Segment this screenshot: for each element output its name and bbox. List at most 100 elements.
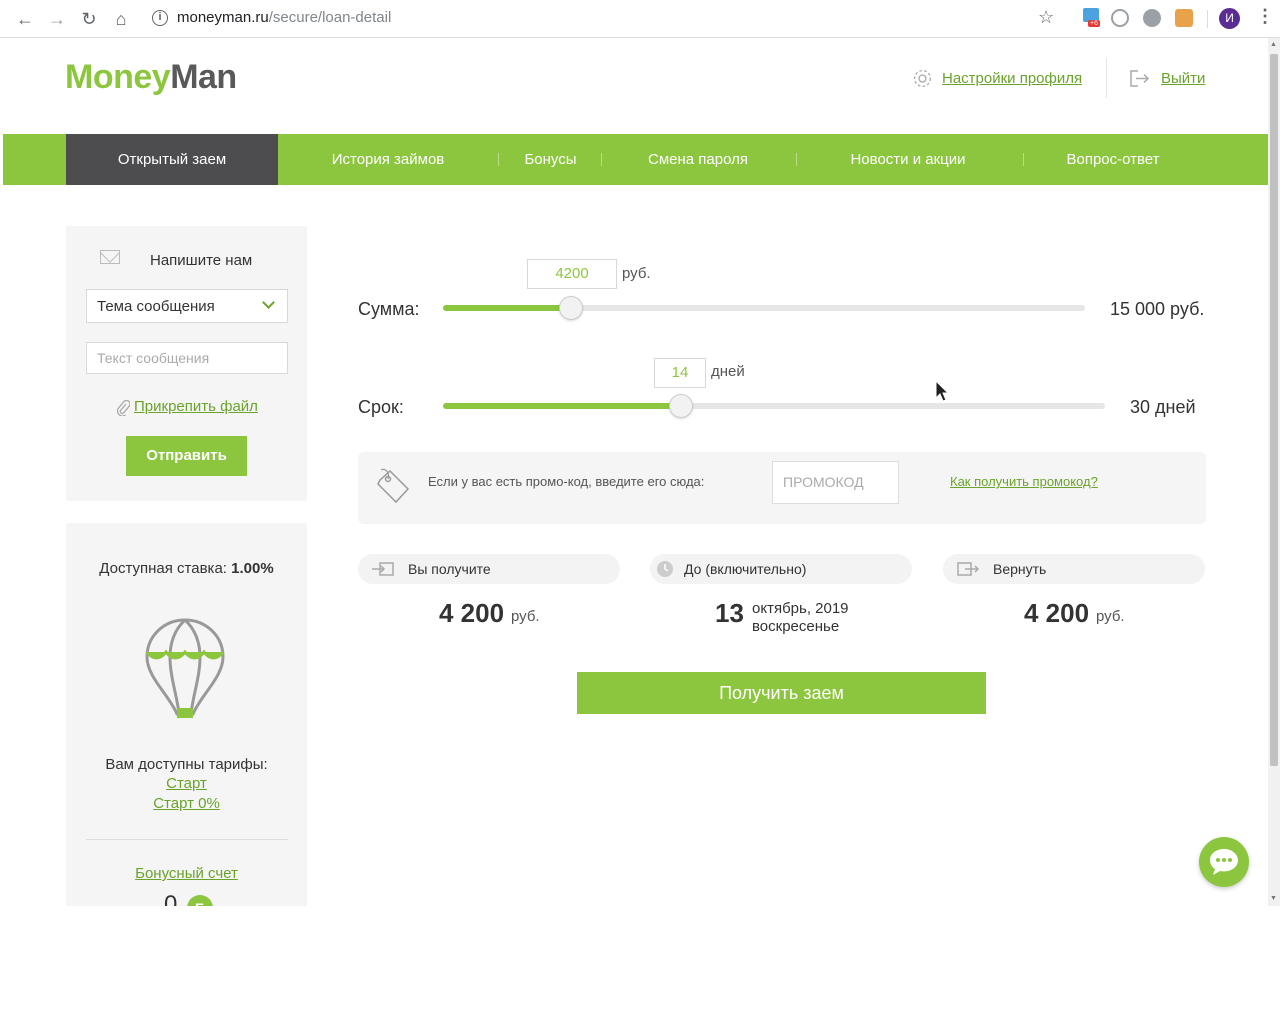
forward-icon[interactable]: → xyxy=(46,8,68,30)
send-button[interactable]: Отправить xyxy=(126,436,247,476)
paperclip-icon xyxy=(116,400,130,416)
panel-clip xyxy=(66,906,307,1024)
receive-label: Вы получите xyxy=(408,561,491,577)
tariff-start-row: Старт xyxy=(66,775,307,792)
term-label: Срок: xyxy=(358,397,404,417)
term-slider[interactable] xyxy=(443,403,1105,409)
nav-change-password[interactable]: Смена пароля xyxy=(623,134,773,185)
price-tag-icon xyxy=(377,468,410,504)
nav-divider xyxy=(796,153,797,166)
promo-code-input[interactable]: ПРОМОКОД xyxy=(772,461,899,504)
until-month-year: октябрь, 2019 xyxy=(752,600,849,617)
how-to-get-promo-link[interactable]: Как получить промокод? xyxy=(950,474,1098,489)
nav-divider xyxy=(601,153,602,166)
amount-label: Сумма: xyxy=(358,299,420,319)
return-label: Вернуть xyxy=(993,561,1047,577)
url-host: moneyman.ru xyxy=(177,9,269,26)
amount-max: 15 000 руб. xyxy=(1110,299,1205,319)
browser-menu-icon[interactable]: ⋮ xyxy=(1256,6,1274,27)
promo-box: Если у вас есть промо-код, введите его с… xyxy=(358,452,1206,524)
wallet-out-icon xyxy=(957,562,979,576)
receive-unit: руб. xyxy=(511,608,540,625)
nav-divider xyxy=(1023,153,1024,166)
nav-news[interactable]: Новости и акции xyxy=(823,134,993,185)
reload-icon[interactable]: ↻ xyxy=(78,8,100,30)
nav-faq[interactable]: Вопрос-ответ xyxy=(1043,134,1183,185)
topic-select[interactable]: Тема сообщения xyxy=(86,289,288,323)
return-unit: руб. xyxy=(1096,608,1125,625)
promo-text: Если у вас есть промо-код, введите его с… xyxy=(428,474,705,489)
profile-avatar[interactable]: И xyxy=(1219,8,1240,29)
amount-input[interactable]: 4200 xyxy=(527,259,617,289)
return-pill: Вернуть xyxy=(943,554,1205,584)
nav-open-loan[interactable]: Открытый заем xyxy=(66,134,278,185)
amount-slider-handle[interactable] xyxy=(559,296,583,320)
moneyman-logo[interactable]: MoneyMan xyxy=(65,58,237,97)
tariff-start0-link[interactable]: Старт 0% xyxy=(153,795,220,812)
until-day: 13 xyxy=(715,598,744,628)
page-scrollbar[interactable]: ▲ ▼ xyxy=(1268,38,1280,906)
chevron-down-icon xyxy=(262,296,275,309)
nav-divider xyxy=(498,153,499,166)
term-input[interactable]: 14 xyxy=(654,358,706,388)
term-max: 30 дней xyxy=(1130,397,1196,417)
gear-icon xyxy=(913,69,932,88)
receive-value: 4 200 xyxy=(439,598,505,628)
until-label: До (включительно) xyxy=(684,561,807,577)
clock-icon xyxy=(657,561,673,577)
tariffs-label: Вам доступны тарифы: xyxy=(105,756,268,773)
balloon-icon xyxy=(145,618,225,718)
attach-file-link[interactable]: Прикрепить файл xyxy=(134,398,258,415)
rate-value: 1.00% xyxy=(231,560,274,577)
contact-title: Напишите нам xyxy=(150,252,253,269)
rate-row: Доступная ставка: 1.00% xyxy=(66,560,307,577)
mouse-cursor-icon xyxy=(935,380,949,402)
rate-label: Доступная ставка: xyxy=(99,560,227,577)
scroll-down-icon[interactable]: ▼ xyxy=(1270,895,1277,902)
extension-badge: +6 xyxy=(1088,20,1100,27)
chat-bubble-icon xyxy=(1210,849,1238,875)
extension-globe-icon[interactable] xyxy=(1111,9,1129,27)
return-value: 4 200 xyxy=(1024,598,1090,628)
toolbar-divider xyxy=(1207,10,1208,28)
amount-slider-fill xyxy=(443,305,571,311)
address-bar[interactable]: moneyman.ru/secure/loan-detail xyxy=(177,9,391,26)
site-info-icon[interactable]: i xyxy=(152,10,168,26)
home-icon[interactable]: ⌂ xyxy=(110,8,132,30)
profile-settings-link[interactable]: Настройки профиля xyxy=(942,70,1082,87)
bonus-account-link[interactable]: Бонусный счет xyxy=(135,865,238,882)
header-divider xyxy=(1106,58,1107,98)
message-input[interactable]: Текст сообщения xyxy=(86,342,288,374)
extension-puzzle-icon[interactable] xyxy=(1175,9,1193,27)
chat-button[interactable] xyxy=(1199,837,1249,887)
contact-panel: Напишите нам Тема сообщения Текст сообще… xyxy=(66,226,307,501)
nav-bonuses[interactable]: Бонусы xyxy=(508,134,593,185)
term-slider-fill xyxy=(443,403,681,409)
tariff-panel: Доступная ставка: 1.00% Вам доступны тар… xyxy=(66,523,307,921)
main-nav: Открытый заем История займов Бонусы Смен… xyxy=(3,134,1268,185)
extension-world-icon[interactable] xyxy=(1143,9,1161,27)
bookmark-star-icon[interactable]: ☆ xyxy=(1038,7,1054,28)
receive-pill: Вы получите xyxy=(358,554,620,584)
topic-select-value: Тема сообщения xyxy=(97,298,215,315)
tariff-start0-row: Старт 0% xyxy=(66,795,307,812)
bonus-row: Бонусный счет xyxy=(66,865,307,882)
panel-divider xyxy=(86,839,288,840)
amount-slider[interactable] xyxy=(443,305,1085,311)
browser-toolbar: ← → ↻ ⌂ i moneyman.ru/secure/loan-detail… xyxy=(0,0,1280,38)
logout-link[interactable]: Выйти xyxy=(1161,70,1205,87)
envelope-icon xyxy=(100,250,120,264)
url-path: /secure/loan-detail xyxy=(268,9,392,26)
term-slider-handle[interactable] xyxy=(669,394,693,418)
logout-icon xyxy=(1130,70,1150,87)
get-loan-button[interactable]: Получить заем xyxy=(577,672,986,714)
tariff-start-link[interactable]: Старт xyxy=(166,775,207,792)
until-weekday: воскресенье xyxy=(752,618,840,635)
nav-loan-history[interactable]: История займов xyxy=(303,134,473,185)
back-icon[interactable]: ← xyxy=(14,8,36,30)
scroll-up-icon[interactable]: ▲ xyxy=(1270,41,1277,48)
term-unit: дней xyxy=(711,363,745,380)
wallet-in-icon xyxy=(372,562,394,576)
scrollbar-thumb[interactable] xyxy=(1270,54,1278,766)
amount-unit: руб. xyxy=(622,265,651,282)
